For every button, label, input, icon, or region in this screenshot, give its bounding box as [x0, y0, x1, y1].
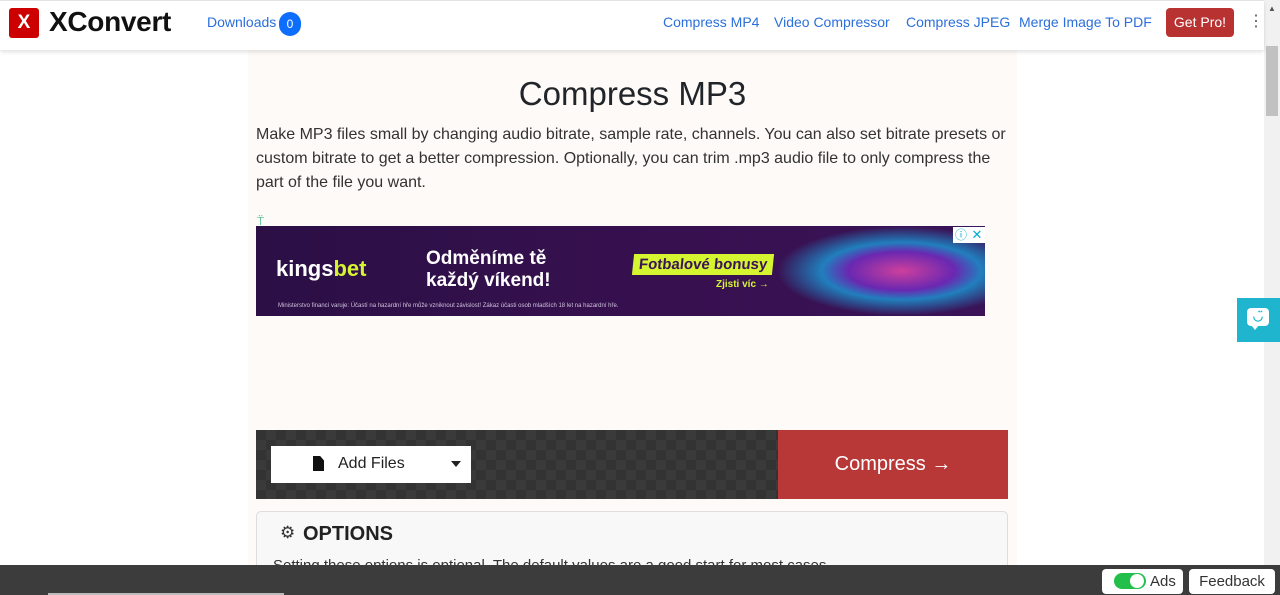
ad-logo: kingsbet: [276, 256, 367, 281]
more-options-icon[interactable]: ⋮: [1248, 11, 1264, 31]
scroll-up-arrow-icon[interactable]: ▲: [1268, 4, 1276, 13]
downloads-count-badge[interactable]: 0: [279, 12, 301, 36]
main-content: Compress MP3 Make MP3 files small by cha…: [248, 50, 1017, 591]
page-description: Make MP3 files small by changing audio b…: [256, 126, 1006, 191]
page-title: Compress MP3: [518, 75, 747, 112]
chat-widget-button[interactable]: ◡̈: [1237, 298, 1280, 342]
get-pro-button[interactable]: Get Pro!: [1166, 8, 1234, 37]
add-files-label: Add Files: [338, 455, 405, 472]
compress-button[interactable]: Compress →: [778, 430, 1008, 499]
ads-toggle[interactable]: Ads: [1102, 569, 1183, 594]
ad-disclaimer: Ministerstvo financí varuje: Účastí na h…: [278, 303, 619, 309]
chat-bubble-tail: [1251, 325, 1259, 330]
chat-bubble-icon: ◡̈: [1247, 308, 1269, 326]
nav-link-video-compressor[interactable]: Video Compressor: [774, 14, 890, 30]
feedback-button[interactable]: Feedback: [1189, 569, 1275, 594]
downloads-link[interactable]: Downloads: [207, 14, 276, 30]
ad-bonus-label: Fotbalové bonusy: [631, 254, 775, 275]
switch-knob: [1130, 574, 1144, 588]
brand-name[interactable]: XConvert: [49, 6, 171, 38]
advertisement-banner[interactable]: kingsbet Odměníme tě každý víkend! Fotba…: [256, 226, 985, 316]
top-navbar: X XConvert Downloads 0 Compress MP4 Vide…: [0, 0, 1264, 50]
nav-link-compress-mp4[interactable]: Compress MP4: [663, 14, 759, 30]
ads-switch[interactable]: [1114, 573, 1146, 589]
options-title: OPTIONS: [303, 523, 394, 545]
logo-icon[interactable]: X: [9, 8, 39, 38]
file-toolbar: Add Files Compress →: [256, 430, 1008, 499]
bottom-bar: Ads Feedback: [0, 565, 1280, 595]
caret-down-icon[interactable]: [451, 461, 461, 467]
ad-headline: Odměníme tě každý víkend!: [426, 248, 551, 291]
vertical-scrollbar[interactable]: ▲: [1264, 0, 1280, 565]
file-icon: [313, 456, 324, 471]
ad-close-icon[interactable]: ✕: [969, 227, 985, 243]
nav-link-compress-jpeg[interactable]: Compress JPEG: [906, 14, 1010, 30]
ads-label: Ads: [1150, 573, 1176, 590]
ad-info-icon[interactable]: ⓘ: [953, 227, 969, 243]
ad-cta-link[interactable]: Zjisti víc →: [716, 279, 769, 290]
scrollbar-thumb[interactable]: [1266, 46, 1278, 116]
gear-icon: ⚙: [280, 523, 296, 542]
nav-link-merge-image-to-pdf[interactable]: Merge Image To PDF: [1019, 14, 1152, 30]
add-files-button[interactable]: Add Files: [271, 446, 471, 483]
